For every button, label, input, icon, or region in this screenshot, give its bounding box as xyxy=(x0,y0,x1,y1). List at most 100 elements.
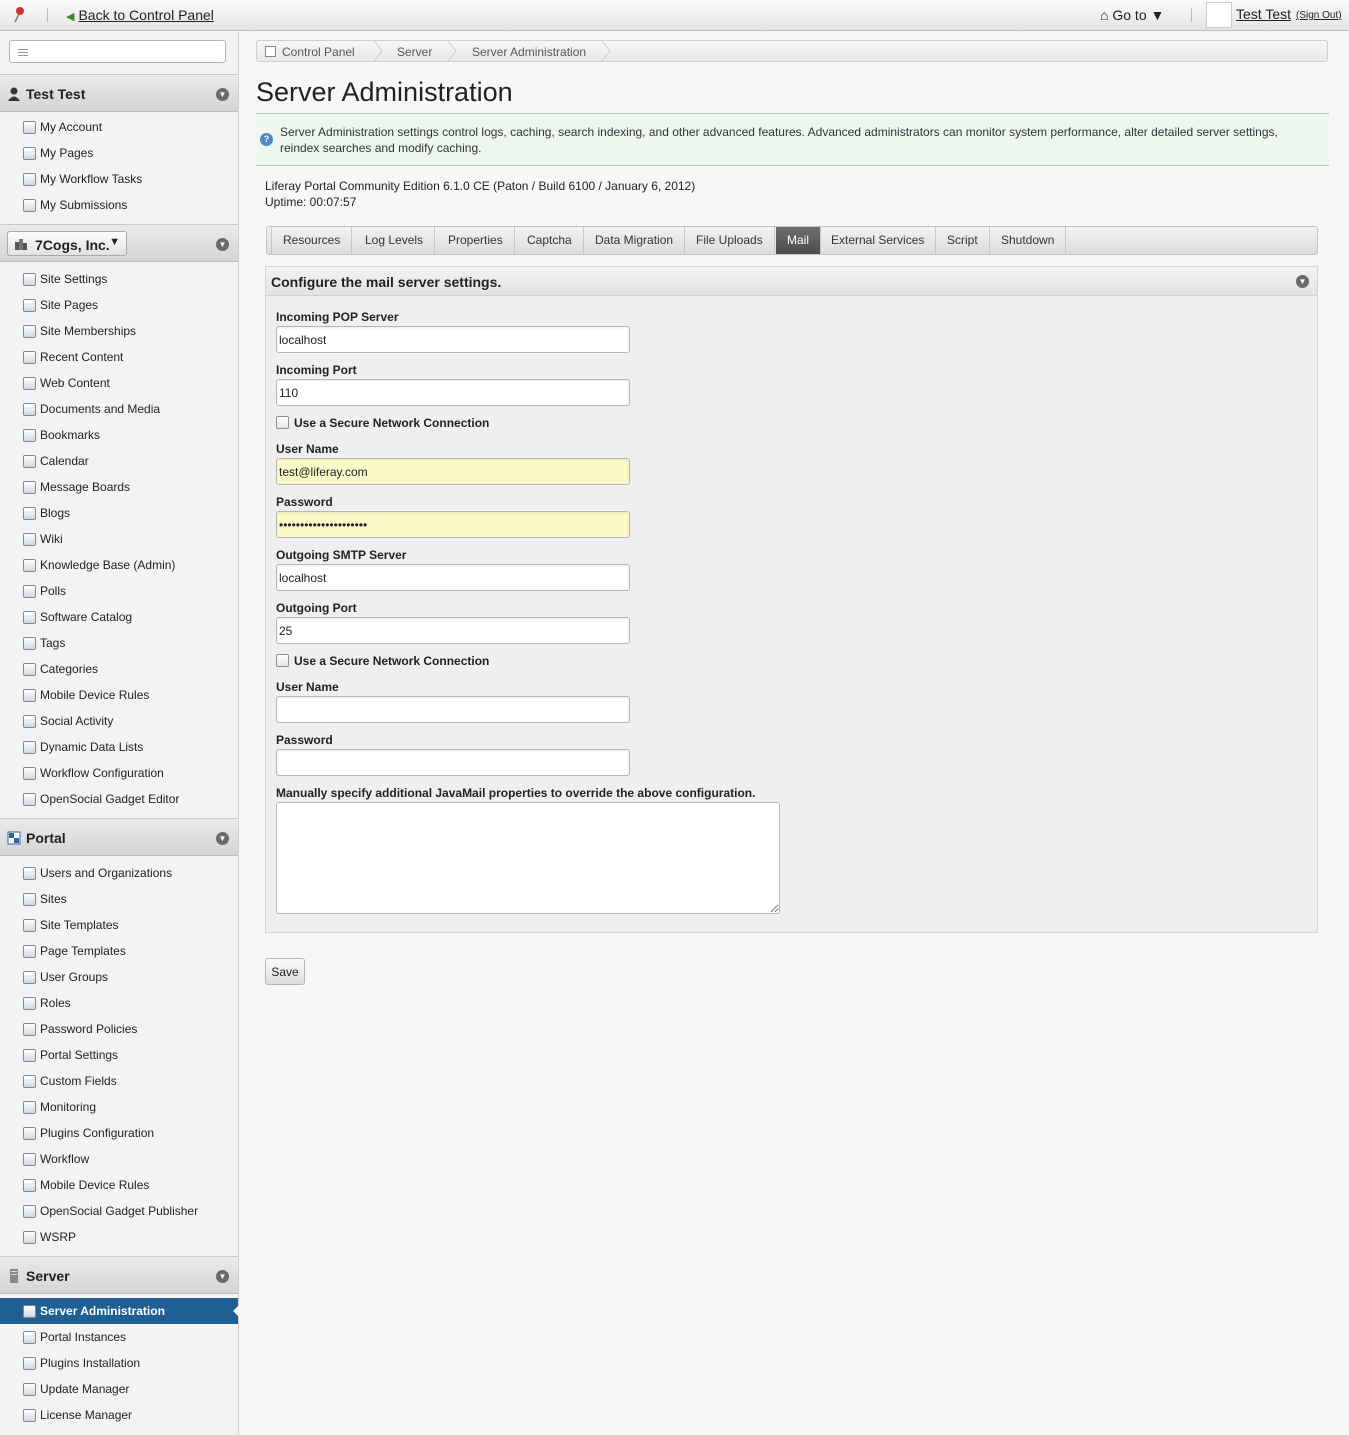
sidebar-item-blogs[interactable]: Blogs xyxy=(0,500,238,526)
sidebar-item-sites[interactable]: Sites xyxy=(0,886,238,912)
sidebar-item-message-boards[interactable]: Message Boards xyxy=(0,474,238,500)
sidebar-item-site-settings[interactable]: Site Settings xyxy=(0,266,238,292)
incoming-port-input[interactable] xyxy=(276,379,630,406)
sidebar-item-opensocial-gadget-editor[interactable]: OpenSocial Gadget Editor xyxy=(0,786,238,812)
sidebar-item-plugins-installation[interactable]: Plugins Installation xyxy=(0,1350,238,1376)
software-catalog-icon xyxy=(23,611,36,624)
save-button[interactable]: Save xyxy=(265,958,305,985)
sidebar-item-custom-fields[interactable]: Custom Fields xyxy=(0,1068,238,1094)
sidebar-item-label: Page Templates xyxy=(40,944,126,958)
panel-header-user[interactable]: Test Test ▼ xyxy=(0,74,238,112)
tab-resources[interactable]: Resources xyxy=(271,227,353,254)
incoming-pop-input[interactable] xyxy=(276,326,630,353)
incoming-user-name-input[interactable] xyxy=(276,458,630,485)
outgoing-smtp-input[interactable] xyxy=(276,564,630,591)
tab-shutdown[interactable]: Shutdown xyxy=(990,227,1067,254)
tab-properties[interactable]: Properties xyxy=(437,227,515,254)
sidebar-item-site-pages[interactable]: Site Pages xyxy=(0,292,238,318)
sidebar-item-calendar[interactable]: Calendar xyxy=(0,448,238,474)
sidebar-item-recent-content[interactable]: Recent Content xyxy=(0,344,238,370)
back-to-control-panel-link[interactable]: ◀ Back to Control Panel xyxy=(66,7,214,23)
collapse-toggle-icon[interactable]: ▼ xyxy=(216,88,229,101)
tab-script[interactable]: Script xyxy=(936,227,990,254)
breadcrumb-item[interactable]: Server Administration xyxy=(472,45,586,59)
panel-header[interactable]: Configure the mail server settings. ▼ xyxy=(266,267,1317,296)
sidebar-item-my-pages[interactable]: My Pages xyxy=(0,140,238,166)
outgoing-user-name-input[interactable] xyxy=(276,696,630,723)
sidebar-item-label: Web Content xyxy=(40,376,110,390)
sidebar-item-site-memberships[interactable]: Site Memberships xyxy=(0,318,238,344)
goto-menu[interactable]: ⌂ Go to ▼ xyxy=(1100,7,1164,23)
sidebar-item-software-catalog[interactable]: Software Catalog xyxy=(0,604,238,630)
javamail-properties-textarea[interactable] xyxy=(276,802,780,914)
breadcrumb-item[interactable]: Control Panel xyxy=(282,45,355,59)
incoming-password-input[interactable] xyxy=(276,511,630,538)
sidebar-item-my-submissions[interactable]: My Submissions xyxy=(0,192,238,218)
sidebar-item-workflow[interactable]: Workflow xyxy=(0,1146,238,1172)
sidebar-item-roles[interactable]: Roles xyxy=(0,990,238,1016)
collapse-toggle-icon[interactable]: ▼ xyxy=(216,238,229,251)
help-icon: ? xyxy=(260,133,273,146)
sidebar-item-my-account[interactable]: My Account xyxy=(0,114,238,140)
sidebar-item-bookmarks[interactable]: Bookmarks xyxy=(0,422,238,448)
sidebar-item-page-templates[interactable]: Page Templates xyxy=(0,938,238,964)
sidebar-item-dynamic-data-lists[interactable]: Dynamic Data Lists xyxy=(0,734,238,760)
sidebar-item-mobile-device-rules[interactable]: Mobile Device Rules xyxy=(0,1172,238,1198)
sidebar-search-input[interactable] xyxy=(9,40,226,63)
sidebar-item-portal-settings[interactable]: Portal Settings xyxy=(0,1042,238,1068)
sidebar-item-wsrp[interactable]: WSRP xyxy=(0,1224,238,1250)
sidebar-item-password-policies[interactable]: Password Policies xyxy=(0,1016,238,1042)
pin-icon[interactable] xyxy=(12,6,26,24)
sidebar-item-users-and-organizations[interactable]: Users and Organizations xyxy=(0,860,238,886)
collapse-toggle-icon[interactable]: ▼ xyxy=(216,1270,229,1283)
info-text: Server Administration settings control l… xyxy=(280,125,1278,155)
sidebar-item-user-groups[interactable]: User Groups xyxy=(0,964,238,990)
avatar[interactable] xyxy=(1206,2,1232,28)
outgoing-password-input[interactable] xyxy=(276,749,630,776)
outgoing-port-input[interactable] xyxy=(276,617,630,644)
sidebar-item-label: Roles xyxy=(40,996,71,1010)
control-panel-icon xyxy=(265,46,276,57)
tab-captcha[interactable]: Captcha xyxy=(516,227,584,254)
tab-mail[interactable]: Mail xyxy=(776,227,822,254)
collapse-toggle-icon[interactable]: ▼ xyxy=(1296,275,1309,288)
sidebar-item-workflow-configuration[interactable]: Workflow Configuration xyxy=(0,760,238,786)
sidebar-item-wiki[interactable]: Wiki xyxy=(0,526,238,552)
sidebar-item-portal-instances[interactable]: Portal Instances xyxy=(0,1324,238,1350)
sidebar-item-monitoring[interactable]: Monitoring xyxy=(0,1094,238,1120)
sidebar-item-documents-and-media[interactable]: Documents and Media xyxy=(0,396,238,422)
panel-header-portal[interactable]: Portal ▼ xyxy=(0,818,238,856)
sidebar-item-update-manager[interactable]: Update Manager xyxy=(0,1376,238,1402)
sidebar-item-web-content[interactable]: Web Content xyxy=(0,370,238,396)
collapse-toggle-icon[interactable]: ▼ xyxy=(216,832,229,845)
panel-header-server[interactable]: Server ▼ xyxy=(0,1256,238,1294)
sidebar-item-knowledge-base-admin[interactable]: Knowledge Base (Admin) xyxy=(0,552,238,578)
breadcrumb-item[interactable]: Server xyxy=(397,45,432,59)
sign-out-link[interactable]: (Sign Out) xyxy=(1296,10,1342,21)
sidebar-item-license-manager[interactable]: License Manager xyxy=(0,1402,238,1428)
sidebar-item-my-workflow-tasks[interactable]: My Workflow Tasks xyxy=(0,166,238,192)
user-name-link[interactable]: Test Test xyxy=(1236,6,1291,22)
sidebar-item-opensocial-gadget-publisher[interactable]: OpenSocial Gadget Publisher xyxy=(0,1198,238,1224)
incoming-secure-checkbox[interactable] xyxy=(276,416,289,429)
sites-icon xyxy=(23,893,36,906)
tab-file-uploads[interactable]: File Uploads xyxy=(685,227,775,254)
sidebar-item-label: Portal Instances xyxy=(40,1330,127,1344)
home-icon: ⌂ xyxy=(1100,7,1109,23)
site-selector[interactable]: 7Cogs, Inc. ▼ xyxy=(7,231,127,256)
site-name: 7Cogs, Inc. xyxy=(35,237,110,253)
tab-data-migration[interactable]: Data Migration xyxy=(584,227,686,254)
sidebar-item-plugins-configuration[interactable]: Plugins Configuration xyxy=(0,1120,238,1146)
social-activity-icon xyxy=(23,715,36,728)
sidebar-item-mobile-device-rules[interactable]: Mobile Device Rules xyxy=(0,682,238,708)
sidebar-item-tags[interactable]: Tags xyxy=(0,630,238,656)
sidebar-item-social-activity[interactable]: Social Activity xyxy=(0,708,238,734)
sidebar-item-site-templates[interactable]: Site Templates xyxy=(0,912,238,938)
sidebar-item-categories[interactable]: Categories xyxy=(0,656,238,682)
sidebar-item-server-administration[interactable]: Server Administration xyxy=(0,1298,239,1324)
tab-external-services[interactable]: External Services xyxy=(820,227,937,254)
outgoing-secure-checkbox[interactable] xyxy=(276,654,289,667)
tab-log-levels[interactable]: Log Levels xyxy=(354,227,436,254)
panel-title: Test Test xyxy=(26,86,86,102)
sidebar-item-polls[interactable]: Polls xyxy=(0,578,238,604)
